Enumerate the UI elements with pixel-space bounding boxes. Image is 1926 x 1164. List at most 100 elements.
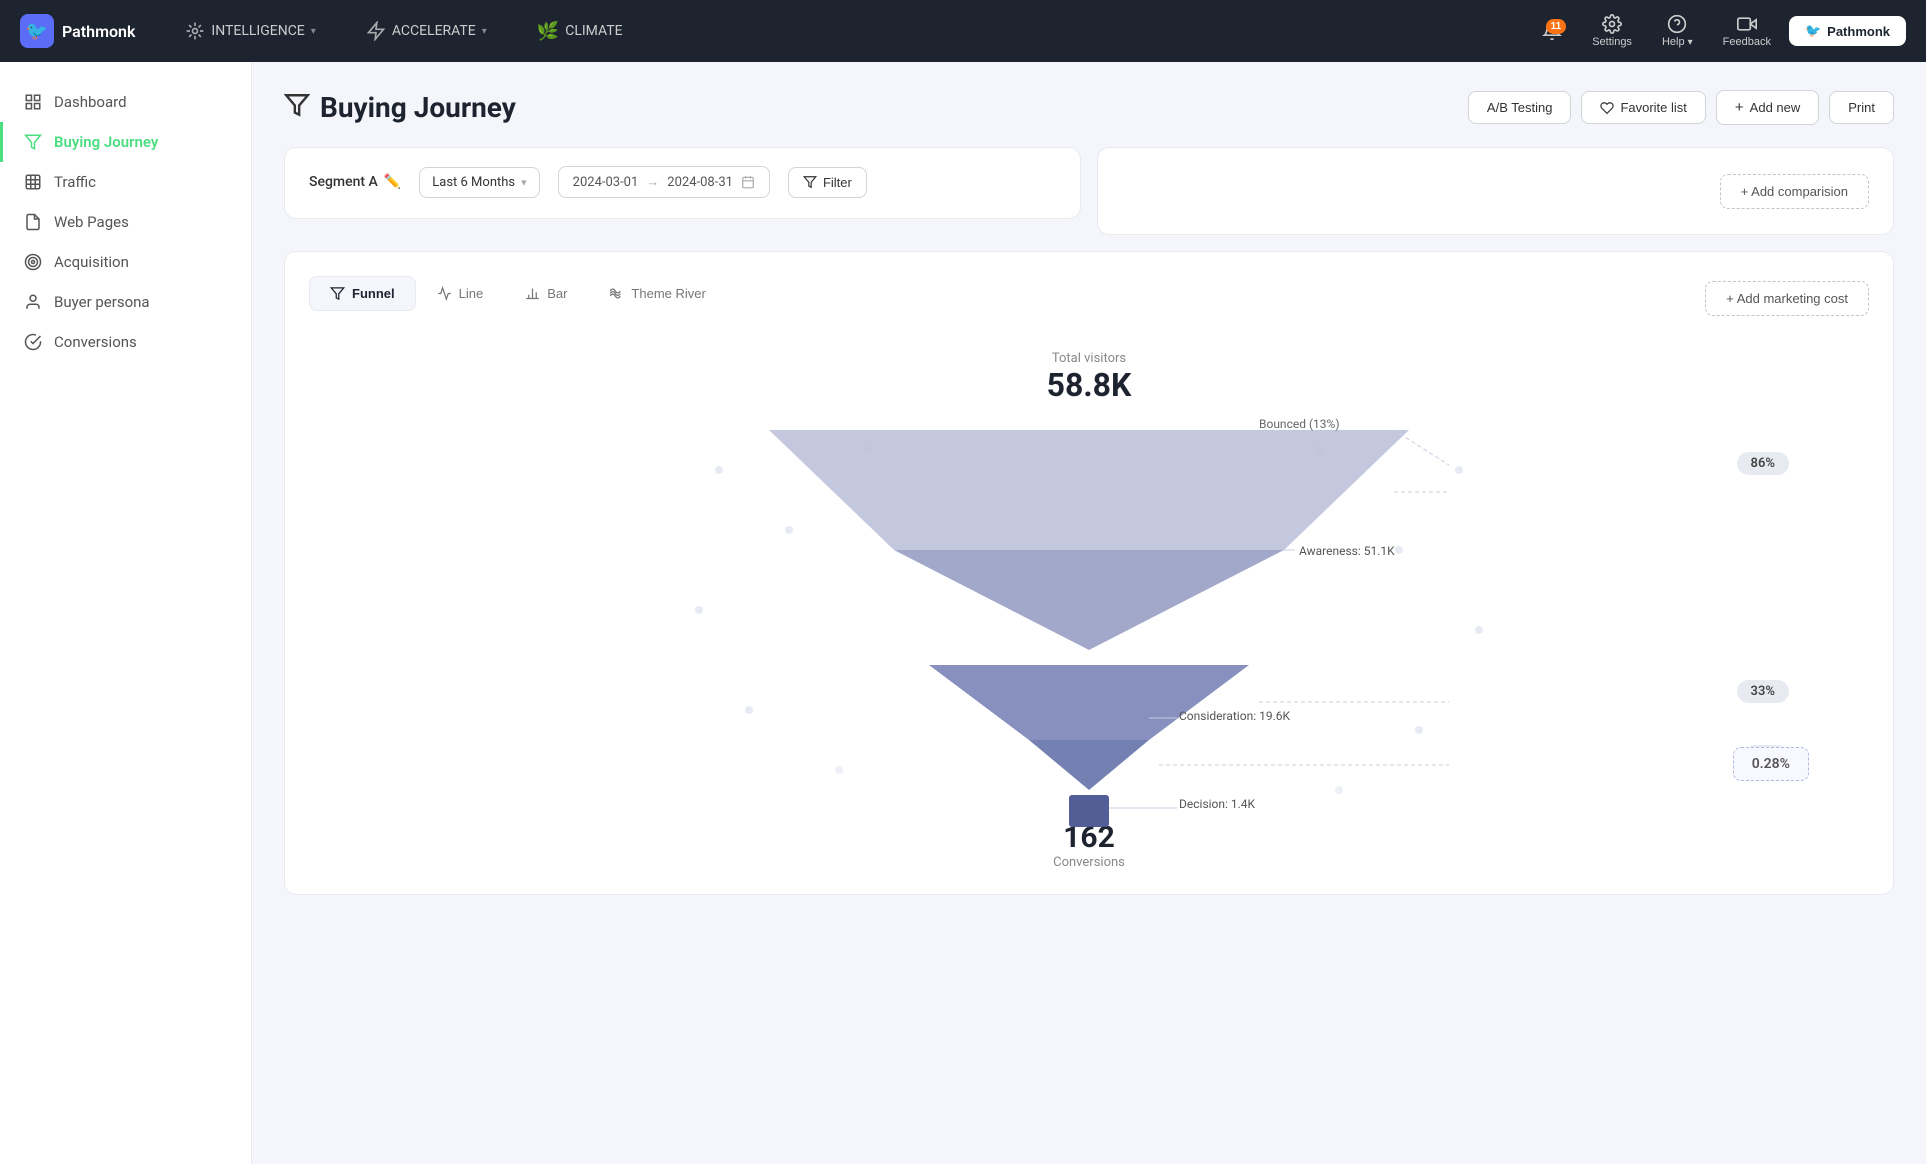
svg-text:Bounced (13%): Bounced (13%): [1259, 417, 1340, 431]
chevron-down-icon-2: ▾: [482, 26, 487, 37]
nav-intelligence[interactable]: INTELLIGENCE ▾: [175, 15, 325, 47]
notification-badge: 11: [1546, 19, 1567, 34]
pathmonk-icon: 🐦: [1805, 23, 1821, 39]
funnel-icon: [24, 133, 42, 151]
segment-a-panel: Segment A ✏️ Last 6 Months ▾ 2024-03-01 …: [284, 147, 1081, 219]
tab-theme-river[interactable]: Theme River: [588, 276, 726, 311]
total-visitors-value: 58.8K: [1047, 366, 1132, 404]
conversion-pct: 0.28%: [1733, 747, 1809, 781]
nav-intelligence-label: INTELLIGENCE: [211, 23, 304, 39]
tab-bar[interactable]: Bar: [504, 276, 588, 311]
theme-river-tab-icon: [609, 286, 624, 301]
add-comparison-label: + Add comparision: [1741, 184, 1848, 199]
topnav-actions: 11 Settings Help ▾ Feedback 🐦 Pathmonk: [1530, 10, 1906, 52]
segment-a-text: Segment A: [309, 174, 378, 190]
date-range-field[interactable]: 2024-03-01 → 2024-08-31: [558, 166, 770, 198]
page-header: Buying Journey A/B Testing Favorite list…: [284, 90, 1894, 125]
sidebar-item-traffic[interactable]: Traffic: [0, 162, 251, 202]
add-comparison-panel: + Add comparision: [1097, 147, 1894, 235]
chevron-down-icon: ▾: [311, 26, 316, 37]
page-funnel-icon: [284, 92, 310, 124]
pct-badge-awareness: 86%: [1737, 452, 1789, 471]
sidebar-item-dashboard[interactable]: Dashboard: [0, 82, 251, 122]
header-actions: A/B Testing Favorite list + Add new Prin…: [1468, 90, 1894, 125]
svg-text:Awareness: 51.1K: Awareness: 51.1K: [1299, 544, 1395, 558]
sidebar-web-pages-label: Web Pages: [54, 213, 129, 231]
favorite-list-button[interactable]: Favorite list: [1581, 91, 1705, 124]
svg-text:Decision: 1.4K: Decision: 1.4K: [1179, 797, 1256, 811]
sidebar-item-conversions[interactable]: Conversions: [0, 322, 251, 362]
funnel-area: Total visitors 58.8K: [309, 341, 1869, 870]
nav-accelerate-label: ACCELERATE: [392, 23, 476, 39]
sidebar-item-buyer-persona[interactable]: Buyer persona: [0, 282, 251, 322]
add-marketing-cost-label: + Add marketing cost: [1726, 291, 1848, 306]
nav-accelerate[interactable]: ACCELERATE ▾: [356, 15, 497, 47]
plus-icon: +: [1735, 99, 1744, 116]
filter-icon: [803, 175, 817, 189]
pathmonk-button[interactable]: 🐦 Pathmonk: [1789, 16, 1906, 46]
grid-icon: [24, 93, 42, 111]
print-button[interactable]: Print: [1829, 91, 1894, 124]
tab-line[interactable]: Line: [416, 276, 505, 311]
tab-funnel-label: Funnel: [352, 286, 395, 301]
sidebar: Dashboard Buying Journey Traffic Web Pag…: [0, 62, 252, 1164]
sidebar-item-buying-journey[interactable]: Buying Journey: [0, 122, 251, 162]
sidebar-traffic-label: Traffic: [54, 173, 96, 191]
filter-button[interactable]: Filter: [788, 167, 867, 198]
chart-toolbar: Funnel Line Bar Theme River: [309, 276, 1869, 321]
accelerate-icon: [366, 21, 386, 41]
sidebar-dashboard-label: Dashboard: [54, 93, 127, 111]
page-title: Buying Journey: [320, 91, 516, 124]
notifications-button[interactable]: 11: [1530, 17, 1574, 45]
settings-gear-icon: [1602, 14, 1622, 34]
settings-button[interactable]: Settings: [1580, 10, 1644, 52]
ab-testing-button[interactable]: A/B Testing: [1468, 91, 1572, 124]
topnav: 🐦 Pathmonk INTELLIGENCE ▾ ACCELERATE ▾ 🌿…: [0, 0, 1926, 62]
heart-icon: [1600, 101, 1614, 115]
file-icon: [24, 213, 42, 231]
edit-icon[interactable]: ✏️: [384, 174, 401, 190]
add-marketing-cost-button[interactable]: + Add marketing cost: [1705, 281, 1869, 316]
user-circle-icon: [24, 293, 42, 311]
intelligence-icon: [185, 21, 205, 41]
date-to: 2024-08-31: [667, 175, 733, 190]
logo[interactable]: 🐦 Pathmonk: [20, 14, 135, 48]
feedback-icon: [1737, 14, 1757, 34]
help-icon: [1667, 14, 1687, 34]
sidebar-buyer-persona-label: Buyer persona: [54, 293, 150, 311]
pathmonk-btn-label: Pathmonk: [1827, 24, 1890, 39]
sidebar-item-web-pages[interactable]: Web Pages: [0, 202, 251, 242]
feedback-label: Feedback: [1723, 36, 1771, 48]
pct-badge-consideration: 33%: [1737, 680, 1789, 699]
add-new-label: Add new: [1750, 100, 1801, 115]
check-circle-icon: [24, 333, 42, 351]
add-comparison-button[interactable]: + Add comparision: [1720, 174, 1869, 209]
total-visitors-label: Total visitors: [1047, 351, 1132, 366]
traffic-icon: [24, 173, 42, 191]
sidebar-conversions-label: Conversions: [54, 333, 137, 351]
settings-label: Settings: [1592, 36, 1632, 48]
nav-climate-label: CLIMATE: [565, 23, 622, 39]
feedback-button[interactable]: Feedback: [1711, 10, 1783, 52]
climate-icon: 🌿: [537, 21, 559, 42]
tab-line-label: Line: [459, 286, 484, 301]
date-from: 2024-03-01: [573, 175, 639, 190]
nav-climate[interactable]: 🌿 CLIMATE: [527, 15, 633, 48]
chart-tabs: Funnel Line Bar Theme River: [309, 276, 727, 311]
print-label: Print: [1848, 100, 1875, 115]
main-content: Buying Journey A/B Testing Favorite list…: [252, 62, 1926, 1164]
funnel-svg: Bounced (13%) Awareness: 51.1K Considera…: [639, 410, 1539, 830]
help-button[interactable]: Help ▾: [1650, 10, 1705, 52]
date-range-select[interactable]: Last 6 Months ▾: [419, 167, 539, 198]
chart-panel: Funnel Line Bar Theme River: [284, 251, 1894, 895]
tab-funnel[interactable]: Funnel: [309, 276, 416, 311]
bar-tab-icon: [525, 286, 540, 301]
sidebar-item-acquisition[interactable]: Acquisition: [0, 242, 251, 282]
consideration-pct: 33%: [1737, 680, 1789, 703]
add-new-button[interactable]: + Add new: [1716, 90, 1819, 125]
calendar-icon: [741, 175, 755, 189]
logo-icon: 🐦: [20, 14, 54, 48]
tab-theme-river-label: Theme River: [631, 286, 705, 301]
pct-badge-conversion: 0.28%: [1733, 753, 1809, 772]
funnel-svg-container: Bounced (13%) Awareness: 51.1K Considera…: [309, 410, 1869, 830]
